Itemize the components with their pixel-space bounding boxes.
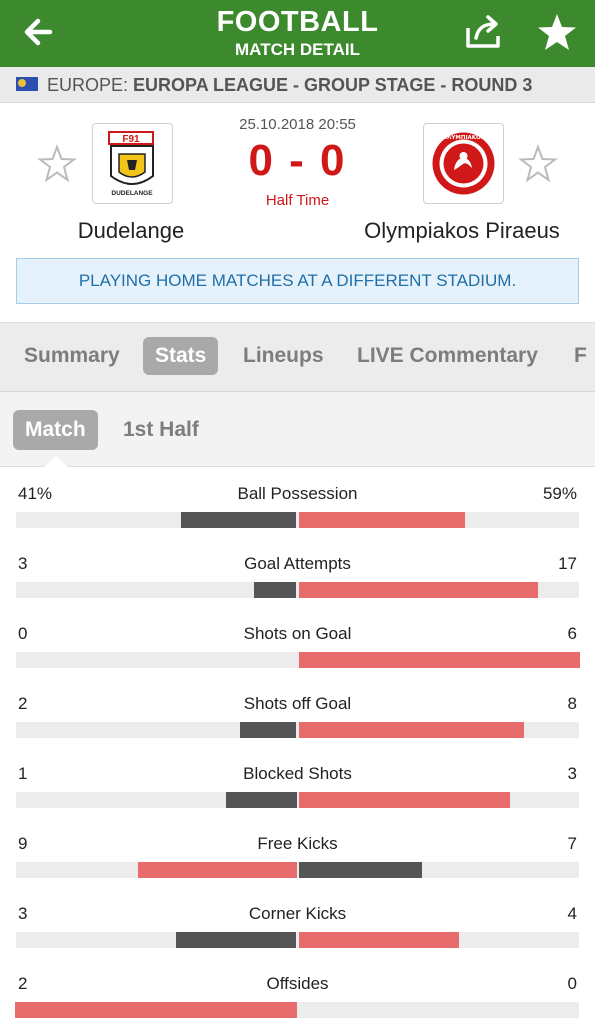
away-team-name[interactable]: Olympiakos Piraeus [352,218,572,244]
period-subtabs: Match 1st Half [0,392,595,467]
app-subtitle: MATCH DETAIL [235,40,360,59]
stat-label: Goal Attempts [244,554,351,573]
tab-live-commentary[interactable]: LIVE Commentary [357,337,538,375]
subtab-1st-half[interactable]: 1st Half [123,410,199,450]
tab-more[interactable]: F [574,337,587,375]
europe-flag-icon [16,77,38,91]
stat-away-bar [298,512,465,528]
svg-text:ΟΛΥΜΠΙΑΚΟΣ: ΟΛΥΜΠΙΑΚΟΣ [443,135,485,141]
home-team-name[interactable]: Dudelange [50,218,212,244]
stat-home-bar [226,792,297,808]
match-score: 0 - 0 [248,136,347,185]
stat-bar-track [16,722,579,738]
stat-label: Shots off Goal [243,694,352,713]
stat-away-value: 7 [567,834,577,853]
match-status: Half Time [265,192,330,209]
match-header: F91 DUDELANGE 25.10.2018 20:55 0 - 0 Hal… [0,104,595,322]
stat-away-value: 0 [567,974,577,993]
stats-list: 41% Ball Possession 59% 3 Goal Attempts 17 0 Sh… [0,468,595,1024]
stat-home-bar [254,582,297,598]
stat-bar-track [16,932,579,948]
stat-away-bar [298,722,524,738]
match-tabs: Summary Stats Lineups LIVE Commentary F [0,322,595,392]
stat-row: 41% Ball Possession 59% [0,468,595,538]
stadium-notice: PLAYING HOME MATCHES AT A DIFFERENT STAD… [16,258,579,304]
tab-summary[interactable]: Summary [24,337,120,375]
favorite-star-icon[interactable] [536,12,578,54]
stat-bar-track [16,862,579,878]
app-header: FOOTBALL MATCH DETAIL [0,0,595,67]
away-team-logo[interactable]: ΟΛΥΜΠΙΑΚΟΣ [423,123,504,204]
stat-bar-track [16,652,580,668]
stat-home-bar [175,932,297,948]
stat-label: Corner Kicks [248,904,347,923]
stat-bar-track [15,1002,579,1018]
stat-away-value: 59% [542,484,577,503]
stat-label: Shots on Goal [243,624,352,643]
stat-bar-track [16,582,579,598]
active-subtab-pointer [43,456,69,468]
stat-home-bar [240,722,297,738]
stat-away-bar [298,932,460,948]
stat-away-value: 17 [558,554,577,573]
stat-away-bar [298,652,580,668]
stat-away-value: 4 [567,904,577,923]
olympiakos-crest-icon: ΟΛΥΜΠΙΑΚΟΣ [432,132,495,195]
stat-label: Ball Possession [237,484,358,503]
app-title: FOOTBALL [216,6,379,38]
breadcrumb-text: EUROPE: EUROPA LEAGUE - GROUP STAGE - RO… [47,75,532,96]
subtab-match[interactable]: Match [13,410,98,450]
stat-label: Free Kicks [257,834,338,853]
stat-away-value: 6 [567,624,577,643]
share-icon[interactable] [464,14,504,50]
stat-label: Offsides [266,974,329,993]
stat-row: 3 Goal Attempts 17 [0,538,595,608]
stat-away-bar [298,582,538,598]
tab-lineups[interactable]: Lineups [243,337,324,375]
stat-away-bar [298,862,422,878]
breadcrumb-competition: EUROPA LEAGUE - GROUP STAGE - ROUND 3 [133,75,533,95]
away-favorite-star-icon[interactable] [518,144,558,184]
competition-breadcrumb[interactable]: EUROPE: EUROPA LEAGUE - GROUP STAGE - RO… [0,67,595,103]
stat-home-bar [15,1002,297,1018]
stat-away-bar [298,792,510,808]
stat-bar-track [16,512,579,528]
stat-away-value: 8 [567,694,577,713]
stat-label: Blocked Shots [243,764,352,783]
stat-row: 1 Blocked Shots 3 [0,748,595,818]
stat-home-bar [138,862,297,878]
breadcrumb-region: EUROPE: [47,75,129,95]
stat-bar-track [16,792,579,808]
stat-row: 9 Free Kicks 7 [0,818,595,888]
stat-home-bar [181,512,297,528]
stat-away-value: 3 [567,764,577,783]
tab-stats[interactable]: Stats [143,337,219,375]
stat-row: 3 Corner Kicks 4 [0,888,595,958]
stat-row: 2 Shots off Goal 8 [0,678,595,748]
stat-row: 0 Shots on Goal 6 [0,608,595,678]
match-datetime: 25.10.2018 20:55 [239,116,356,133]
stat-row: 2 Offsides 0 [0,958,595,1028]
